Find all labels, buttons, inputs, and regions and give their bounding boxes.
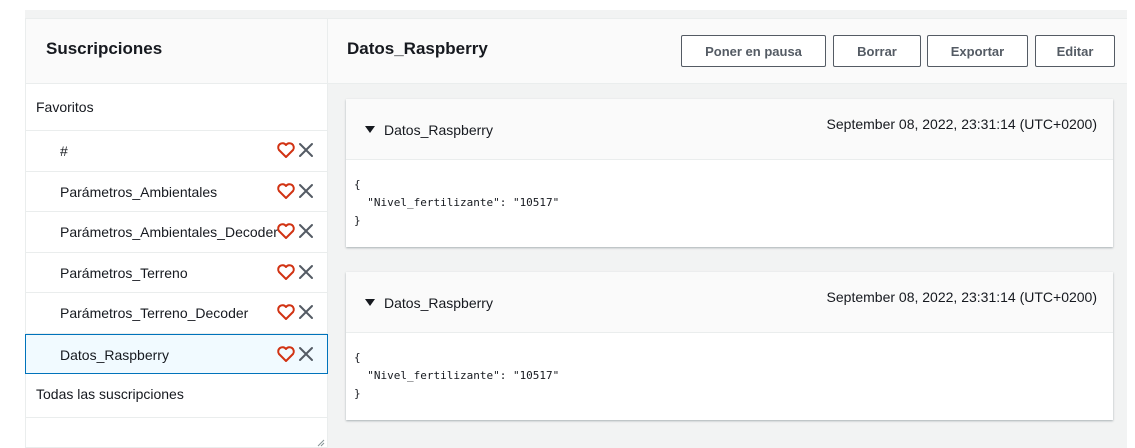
heart-outline-icon[interactable]	[276, 141, 296, 159]
close-icon[interactable]	[297, 141, 315, 159]
subscription-label: Parámetros_Ambientales_Decoder	[60, 224, 278, 240]
close-icon[interactable]	[297, 263, 315, 281]
message-payload: { "Nivel_fertilizante": "10517" }	[354, 178, 560, 227]
message-timestamp: September 08, 2022, 23:31:14 (UTC+0200)	[826, 116, 1097, 132]
topic-panel: Datos_Raspberry Poner en pausa Borrar Ex…	[328, 18, 1127, 448]
subscriptions-panel: Suscripciones Favoritos # Parámetros_Amb…	[25, 18, 328, 448]
subscriptions-header: Suscripciones	[26, 19, 327, 84]
close-icon[interactable]	[297, 345, 315, 363]
subscription-label: Parámetros_Ambientales	[60, 183, 218, 200]
subscription-item[interactable]: #	[26, 131, 327, 172]
pause-button[interactable]: Poner en pausa	[681, 35, 826, 67]
subscriptions-title: Suscripciones	[46, 39, 163, 58]
subscription-label: Parámetros_Terreno_Decoder	[60, 305, 249, 321]
subscription-item[interactable]: Parámetros_Terreno_Decoder	[26, 293, 327, 334]
message-topic: Datos_Raspberry	[384, 122, 493, 138]
subscription-label: #	[60, 143, 68, 159]
resize-grip-icon[interactable]	[315, 437, 325, 447]
caret-down-icon[interactable]	[365, 299, 375, 306]
heart-outline-icon[interactable]	[276, 222, 296, 240]
subscription-item[interactable]: Parámetros_Ambientales	[26, 172, 327, 212]
topic-header: Datos_Raspberry Poner en pausa Borrar Ex…	[328, 19, 1127, 84]
message-header[interactable]: Datos_Raspberry September 08, 2022, 23:3…	[346, 99, 1113, 160]
caret-down-icon[interactable]	[365, 126, 375, 133]
clear-button[interactable]: Borrar	[833, 35, 921, 67]
subscription-item[interactable]: Parámetros_Ambientales_Decoder	[26, 212, 327, 253]
message-topic: Datos_Raspberry	[384, 295, 493, 311]
edit-button[interactable]: Editar	[1035, 35, 1115, 67]
message-payload: { "Nivel_fertilizante": "10517" }	[354, 351, 560, 400]
export-button[interactable]: Exportar	[927, 35, 1028, 67]
messages-area: Datos_Raspberry September 08, 2022, 23:3…	[328, 84, 1127, 448]
all-subscriptions-label[interactable]: Todas las suscripciones	[26, 374, 327, 418]
subscription-item-selected[interactable]: Datos_Raspberry	[25, 333, 328, 374]
message-card: Datos_Raspberry September 08, 2022, 23:3…	[346, 99, 1113, 247]
close-icon[interactable]	[297, 182, 315, 200]
heart-outline-icon[interactable]	[276, 263, 296, 281]
close-icon[interactable]	[297, 303, 315, 321]
message-card: Datos_Raspberry September 08, 2022, 23:3…	[346, 272, 1113, 420]
subscription-label: Parámetros_Terreno	[60, 264, 188, 281]
subscription-label: Datos_Raspberry	[60, 346, 169, 363]
topic-title: Datos_Raspberry	[347, 39, 488, 58]
message-header[interactable]: Datos_Raspberry September 08, 2022, 23:3…	[346, 272, 1113, 333]
heart-outline-icon[interactable]	[276, 345, 296, 363]
close-icon[interactable]	[297, 222, 315, 240]
message-timestamp: September 08, 2022, 23:31:14 (UTC+0200)	[826, 289, 1097, 305]
heart-outline-icon[interactable]	[276, 182, 296, 200]
subscription-item[interactable]: Parámetros_Terreno	[26, 253, 327, 293]
favorites-section-label: Favoritos	[26, 84, 327, 131]
heart-outline-icon[interactable]	[276, 303, 296, 321]
